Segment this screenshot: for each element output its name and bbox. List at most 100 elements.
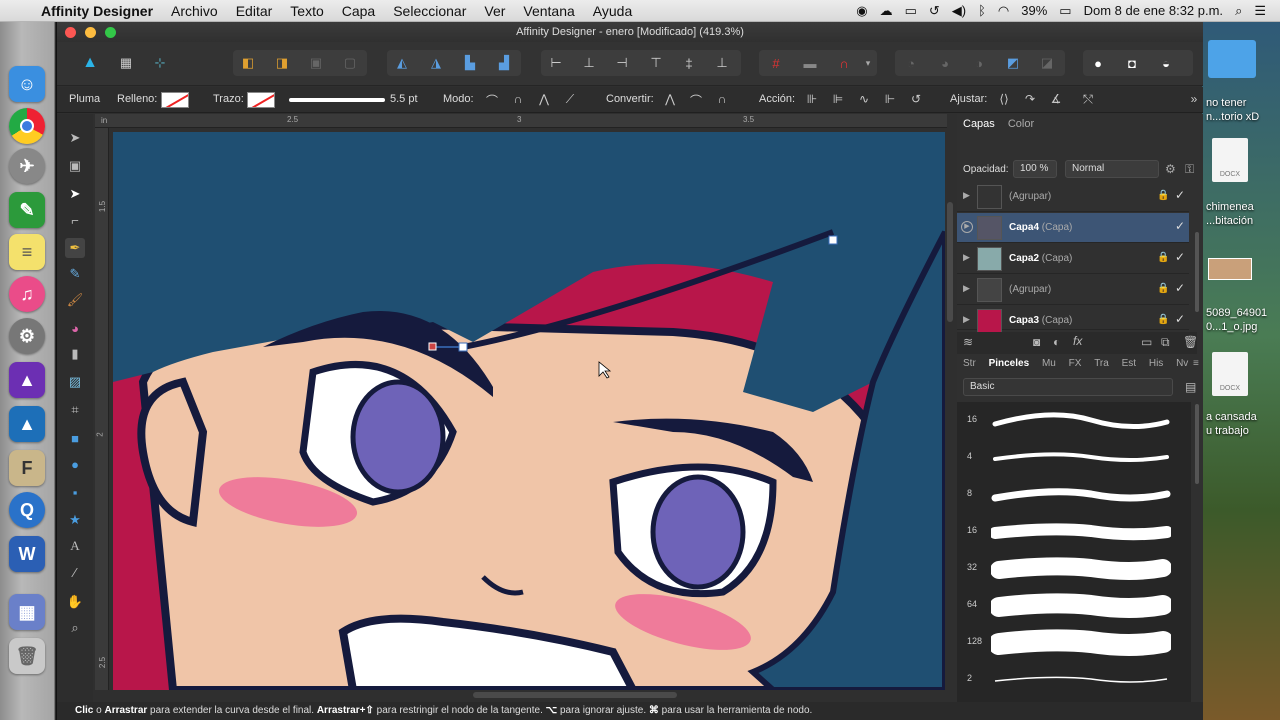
artboard-tool-icon[interactable]: ▣	[65, 156, 85, 176]
canvas-vertical-scrollbar[interactable]	[947, 202, 953, 322]
expand-arrow-icon[interactable]: ▶	[963, 283, 970, 294]
layers-stack-icon[interactable]: ≋	[963, 335, 973, 349]
docx-file-icon-2[interactable]: DOCX	[1212, 352, 1248, 396]
transparency-tool-icon[interactable]: ▮	[65, 344, 85, 364]
stroke-width-preview[interactable]	[289, 98, 385, 102]
toolbar-overflow-icon[interactable]: »	[1185, 92, 1203, 108]
vector-brush-tool-icon[interactable]: 🖌	[65, 290, 85, 310]
expand-arrow-icon[interactable]: ▶	[963, 252, 970, 263]
convert-smooth-icon[interactable]: ⌒	[687, 92, 705, 108]
align-bottom-icon[interactable]: ⊥	[711, 52, 733, 74]
hand-tool-icon[interactable]: ✋	[65, 592, 85, 612]
brush-item[interactable]: 32	[957, 550, 1189, 588]
smart-mode-icon[interactable]: ∩	[509, 92, 527, 108]
brush-item[interactable]: 16	[957, 402, 1189, 440]
creative-cloud-icon[interactable]: ☁	[880, 3, 893, 19]
desktop-item-label-3[interactable]: 5089_64901 0...1_o.jpg	[1206, 306, 1267, 334]
layer-row[interactable]: ▶ (Agrupar) 🔒 ✓	[957, 275, 1189, 305]
desktop-item-label-1[interactable]: no tener n...torio xD	[1206, 96, 1259, 124]
add-shape-icon[interactable]: ●	[1087, 52, 1109, 74]
bluetooth-icon[interactable]: ᛒ	[978, 3, 986, 18]
brush-item[interactable]: 16	[957, 513, 1189, 551]
rounded-rectangle-tool-icon[interactable]: ▪	[65, 482, 85, 502]
desktop-item-label-4[interactable]: a cansada u trabajo	[1206, 410, 1257, 438]
tab-tra[interactable]: Tra	[1094, 358, 1109, 369]
menu-capa[interactable]: Capa	[333, 3, 384, 19]
align-top-icon[interactable]: ⊤	[645, 52, 667, 74]
align-left-icon[interactable]: ⊢	[545, 52, 567, 74]
pencil-tool-icon[interactable]: ✎	[65, 264, 85, 284]
menu-seleccionar[interactable]: Seleccionar	[384, 3, 475, 19]
volume-icon[interactable]: ◀)	[952, 3, 966, 19]
stroke-swatch[interactable]	[247, 92, 275, 108]
launchpad-icon[interactable]: ✈	[9, 148, 45, 184]
move-forward-icon[interactable]: ◨	[271, 52, 293, 74]
visibility-check-icon[interactable]: ✓	[1175, 188, 1185, 202]
zoom-tool-icon[interactable]: ⌕	[65, 618, 85, 638]
geometry-icon[interactable]: ▬	[799, 52, 821, 74]
combine-boolean-icon[interactable]: ◪	[1036, 52, 1058, 74]
brush-panel-menu-icon[interactable]: ▤	[1185, 380, 1196, 394]
corner-tool-icon[interactable]: ⌐	[65, 210, 85, 230]
snapping-dropdown-icon[interactable]: ▾	[857, 52, 879, 74]
tangent-handle-node[interactable]	[428, 342, 437, 351]
visibility-check-icon[interactable]: ✓	[1175, 250, 1185, 264]
itunes-icon[interactable]: ♫	[9, 276, 45, 312]
artwork-illustration[interactable]	[113, 132, 945, 690]
intersect-boolean-icon[interactable]: ◑	[968, 52, 990, 74]
affinity-photo-icon[interactable]: ▲	[9, 362, 45, 398]
battery-percent[interactable]: 39%	[1021, 3, 1047, 18]
menu-texto[interactable]: Texto	[281, 3, 332, 19]
clock[interactable]: Dom 8 de ene 8:32 p.m.	[1084, 3, 1223, 18]
pixel-persona-icon[interactable]: ▦	[115, 52, 137, 74]
add-mask-icon[interactable]: ◙	[1033, 335, 1040, 349]
visibility-check-icon[interactable]: ✓	[1175, 219, 1185, 233]
finder-icon[interactable]: ☺	[9, 66, 45, 102]
tab-his[interactable]: His	[1149, 358, 1163, 369]
fill-tool-icon[interactable]: ◕	[65, 318, 85, 338]
lock-icon[interactable]: 🔒	[1157, 314, 1169, 325]
brush-category-select[interactable]: Basic	[963, 378, 1173, 396]
subtract-shape-icon[interactable]: ◘	[1121, 52, 1143, 74]
brush-item[interactable]: 4	[957, 694, 1189, 702]
menu-ayuda[interactable]: Ayuda	[584, 3, 641, 19]
color-picker-tool-icon[interactable]: ⁄	[65, 562, 85, 582]
tab-capas[interactable]: Capas	[963, 118, 995, 130]
reverse-curve-icon[interactable]: ↺	[907, 92, 925, 108]
documents-folder-icon[interactable]: ▦	[9, 594, 45, 630]
text-tool-icon[interactable]: A	[65, 536, 85, 556]
lock-icon[interactable]: 🔒	[1157, 252, 1169, 263]
place-image-tool-icon[interactable]: ▨	[65, 372, 85, 392]
visibility-check-icon[interactable]: ✓	[1175, 312, 1185, 326]
opacity-input[interactable]: 100 %	[1013, 160, 1057, 178]
join-curves-icon[interactable]: ⊩	[881, 92, 899, 108]
blend-mode-select[interactable]: Normal	[1065, 160, 1159, 178]
expand-arrow-icon[interactable]: ▶	[963, 314, 970, 325]
word-icon[interactable]: W	[9, 536, 45, 572]
delete-layer-icon[interactable]: 🗑	[1183, 335, 1198, 349]
image-thumbnail-icon[interactable]	[1208, 258, 1252, 280]
trash-icon[interactable]: 🗑	[9, 638, 45, 674]
convert-sharp-icon[interactable]: ⋀	[661, 92, 679, 108]
fill-swatch[interactable]	[161, 92, 189, 108]
brush-list-scrollbar[interactable]	[1195, 404, 1199, 484]
snap-curve-icon[interactable]: ↷	[1021, 92, 1039, 108]
folder-icon[interactable]	[1208, 40, 1256, 78]
airplay-icon[interactable]: ▭	[905, 3, 917, 19]
move-tool-icon[interactable]: ➤	[65, 128, 85, 148]
snapping-magnet-icon[interactable]: ∩	[833, 52, 855, 74]
tab-str[interactable]: Str	[963, 358, 976, 369]
flip-horizontal-icon[interactable]: ◭	[391, 52, 413, 74]
snap-tangent-icon[interactable]: ∡	[1047, 92, 1065, 108]
tab-est[interactable]: Est	[1122, 358, 1136, 369]
rotate-right-icon[interactable]: ▟	[493, 52, 515, 74]
stroke-width-value[interactable]: 5.5 pt	[390, 93, 418, 105]
menu-ver[interactable]: Ver	[475, 3, 514, 19]
bring-to-front-icon[interactable]: ▣	[305, 52, 327, 74]
docx-file-icon[interactable]: DOCX	[1212, 138, 1248, 182]
star-tool-icon[interactable]: ★	[65, 510, 85, 530]
align-middle-icon[interactable]: ‡	[678, 52, 700, 74]
layer-settings-gear-icon[interactable]: ⚙	[1165, 162, 1176, 176]
tab-mu[interactable]: Mu	[1042, 358, 1056, 369]
brush-item[interactable]: 128	[957, 624, 1189, 662]
